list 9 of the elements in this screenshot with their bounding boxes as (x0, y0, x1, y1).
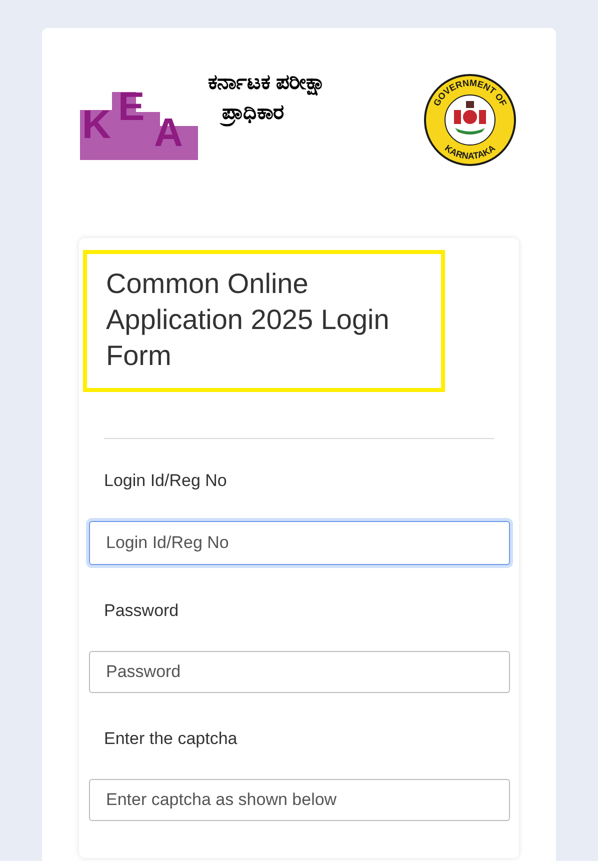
field-label: Password (104, 600, 180, 622)
field-label: Enter the captcha (104, 728, 238, 750)
form-title: Common Online Application 2025 Login Form (83, 250, 445, 392)
field-label: Login Id/Reg No (104, 470, 228, 492)
input-field[interactable]: Login Id/Reg No (89, 521, 510, 565)
input-field[interactable]: Password (89, 651, 510, 693)
authority-name: ಪ್ರಾಧಿಕಾರ (208, 98, 325, 128)
authority-name: ಕರ್ನಾಟಕ ಪರೀಕ್ಷಾ (208, 70, 325, 98)
input-field[interactable]: Enter captcha as shown below (89, 779, 510, 821)
